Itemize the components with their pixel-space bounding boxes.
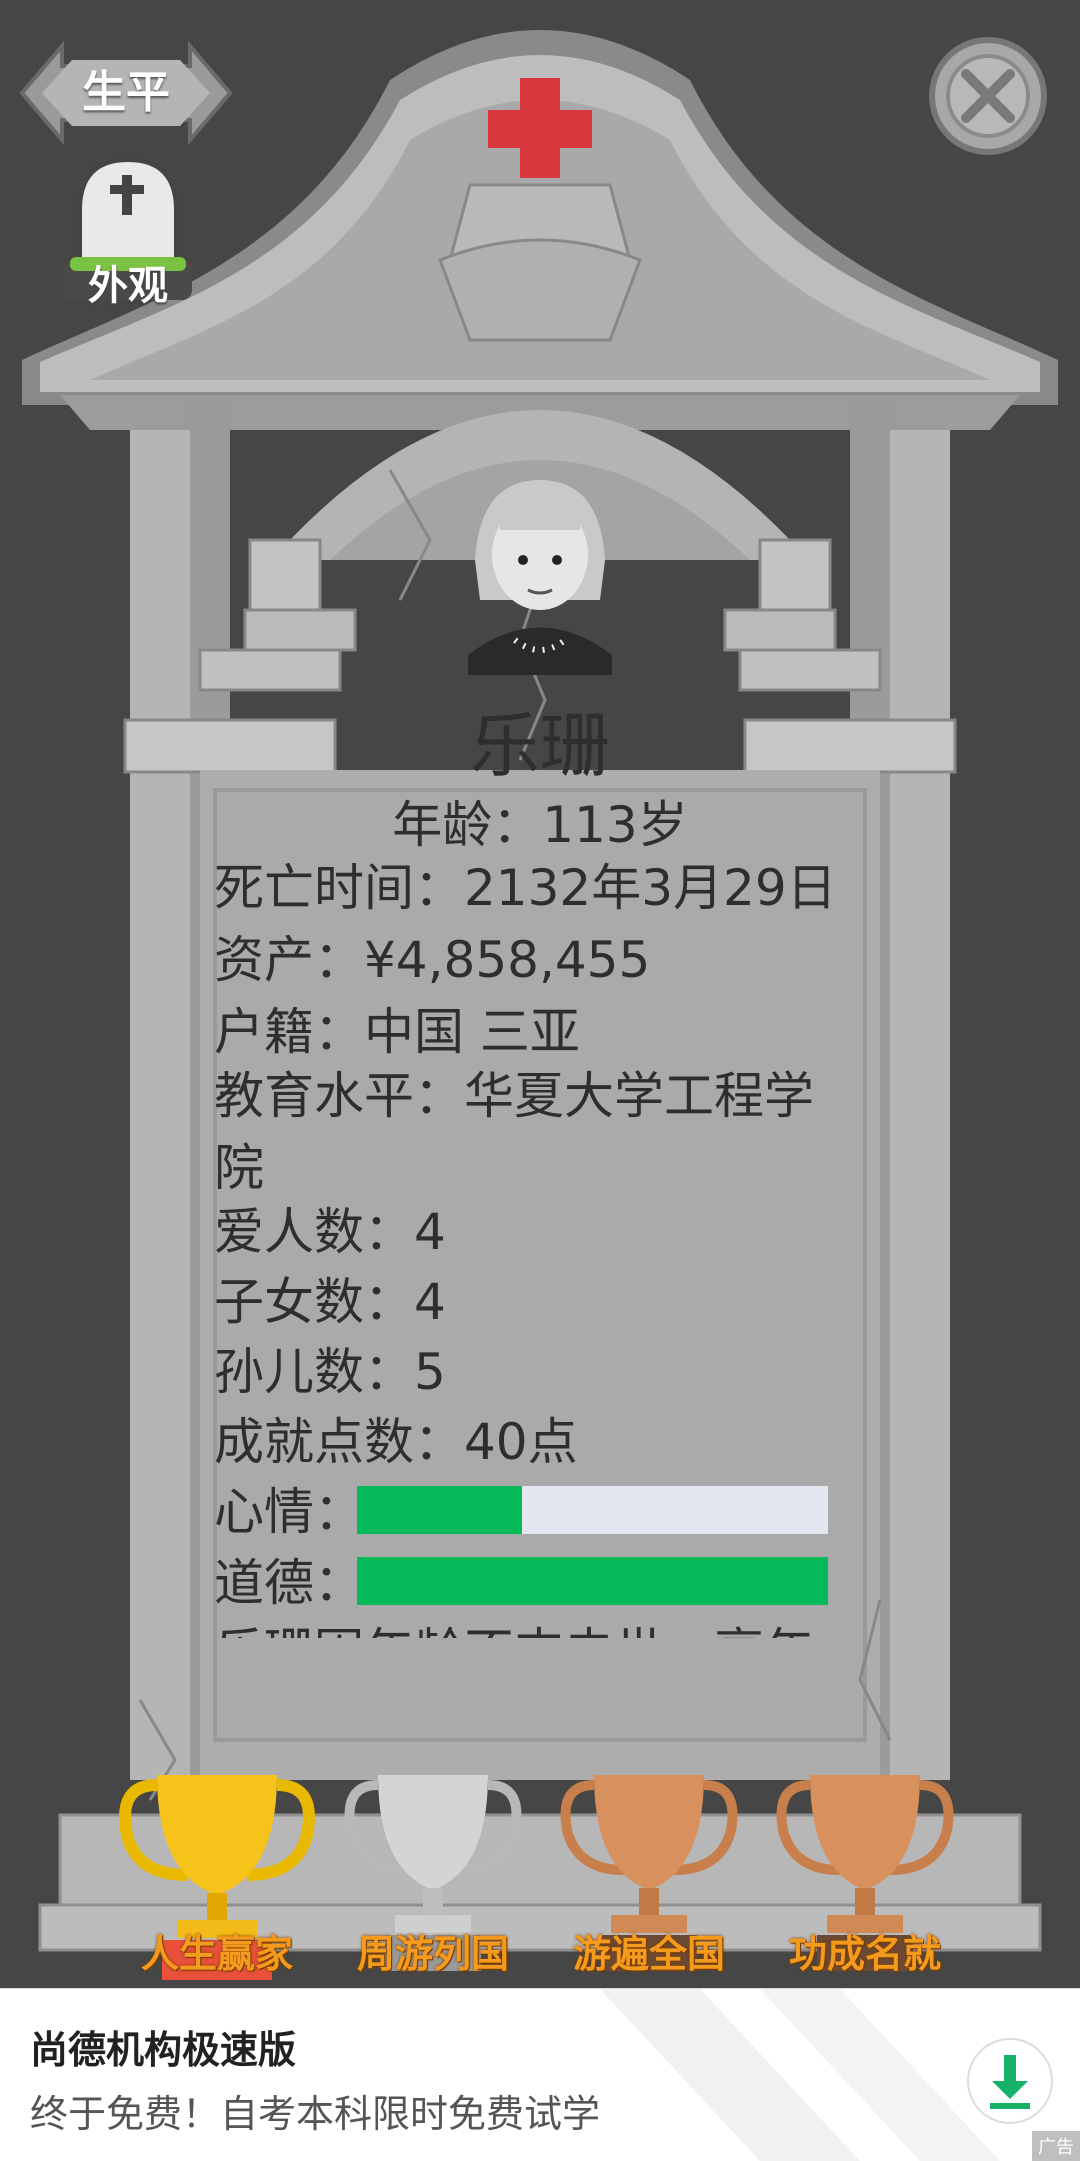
achievement-points-row: 成就点数：40点 (214, 1413, 578, 1471)
appearance-button[interactable]: 外观 (58, 155, 198, 310)
morality-bar (357, 1557, 828, 1605)
appearance-label: 外观 (88, 263, 168, 309)
morality-label: 道德： (214, 1554, 364, 1612)
trophy-gold[interactable]: 人生赢家 (117, 1765, 317, 1985)
ad-description: 终于免费！自考本科限时免费试学 (30, 2092, 601, 2136)
trophy-label-silver: 周游列国 (356, 1932, 509, 1976)
epitaph-scroll-text: 乐珊因年龄不支去世，享年 (214, 1612, 854, 1638)
assets-row: 资产：¥4,858,455 (214, 931, 651, 989)
trophy-silver[interactable]: 周游列国 (333, 1765, 533, 1985)
deceased-name: 乐珊 (470, 705, 610, 787)
close-icon[interactable] (928, 36, 1048, 156)
back-button-label: 生平 (82, 67, 170, 118)
trophy-bronze-2[interactable]: 功成名就 (765, 1765, 965, 1985)
epitaph-scroll-text-content: 乐珊因年龄不支去世，享年 (214, 1612, 814, 1638)
morality-bar-fill (357, 1557, 828, 1605)
trophy-label-bronze-2: 功成名就 (788, 1932, 941, 1976)
mood-label: 心情： (214, 1483, 364, 1541)
death-time-row: 死亡时间：2132年3月29日 (214, 859, 837, 917)
mood-bar (357, 1486, 828, 1534)
tombstone-screen: 生平 外观 乐珊 年龄：113岁 死亡时间：2132年3月29日 资产：¥4,8… (0, 0, 1080, 2161)
ad-banner[interactable]: 尚德机构极速版 终于免费！自考本科限时免费试学 广告 (0, 1988, 1080, 2161)
trophy-label-bronze-1: 游遍全国 (572, 1932, 725, 1976)
grandchildren-row: 孙儿数：5 (214, 1343, 446, 1401)
ad-title: 尚德机构极速版 (30, 2028, 297, 2072)
avatar (468, 480, 612, 675)
children-row: 子女数：4 (214, 1273, 446, 1331)
ad-mark: 广告 (1032, 2131, 1080, 2161)
mood-bar-fill (357, 1486, 522, 1534)
back-button[interactable]: 生平 (18, 38, 234, 148)
spouses-row: 爱人数：4 (214, 1203, 446, 1261)
download-icon[interactable] (966, 2037, 1054, 2125)
age-row: 年龄：113岁 (392, 796, 688, 854)
trophy-bronze-1[interactable]: 游遍全国 (549, 1765, 749, 1985)
education-row: 教育水平：华夏大学工程学院 (214, 1067, 814, 1197)
hukou-row: 户籍：中国 三亚 (214, 1003, 580, 1061)
trophy-label-gold: 人生赢家 (140, 1932, 293, 1976)
